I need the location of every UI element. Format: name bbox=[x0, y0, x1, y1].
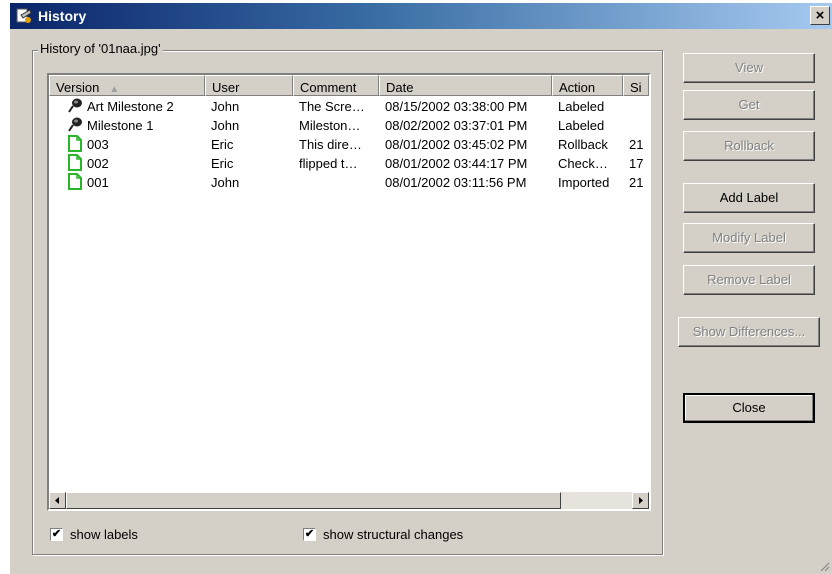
sort-ascending-icon: ▲ bbox=[109, 84, 120, 95]
show-structural-changes-label: show structural changes bbox=[323, 527, 464, 542]
modify-label-button[interactable]: Modify Label bbox=[683, 223, 815, 253]
show-labels-label: show labels bbox=[70, 527, 138, 542]
version-cell: 002 bbox=[87, 156, 109, 171]
resize-grip-icon[interactable] bbox=[818, 560, 830, 572]
table-row[interactable]: 002 Eric flipped t… 08/01/2002 03:44:17 … bbox=[49, 154, 649, 173]
table-row[interactable]: Art Milestone 2 John The Scre… 08/15/200… bbox=[49, 97, 649, 116]
file-icon bbox=[68, 154, 82, 171]
column-header-action[interactable]: Action bbox=[552, 75, 623, 96]
label-pin-icon bbox=[68, 117, 82, 132]
action-cell: Labeled bbox=[558, 99, 605, 114]
history-list[interactable]: Version ▲ User Comment Date Action Si Art… bbox=[47, 73, 651, 511]
comment-cell: The Scre… bbox=[299, 99, 365, 114]
close-icon: × bbox=[815, 7, 825, 24]
history-dialog: History × History of '01naa.jpg' Version… bbox=[10, 3, 832, 574]
size-cell: 21 bbox=[629, 137, 644, 152]
history-app-icon bbox=[16, 8, 32, 23]
file-icon bbox=[68, 135, 82, 152]
date-cell: 08/15/2002 03:38:00 PM bbox=[385, 99, 528, 114]
show-labels-checkbox[interactable]: ✔ bbox=[50, 528, 63, 541]
user-cell: John bbox=[211, 118, 240, 133]
show-structural-changes-option[interactable]: ✔ show structural changes bbox=[303, 527, 503, 545]
comment-cell: This dire… bbox=[299, 137, 362, 152]
scroll-thumb[interactable] bbox=[66, 492, 561, 509]
version-cell: Milestone 1 bbox=[87, 118, 154, 133]
action-cell: Rollback bbox=[558, 137, 608, 152]
comment-cell: Mileston… bbox=[299, 118, 361, 133]
user-cell: Eric bbox=[211, 137, 234, 152]
scroll-right-button[interactable] bbox=[632, 492, 649, 509]
action-cell: Imported bbox=[558, 175, 610, 190]
table-row[interactable]: 003 Eric This dire… 08/01/2002 03:45:02 … bbox=[49, 135, 649, 154]
size-cell: 17 bbox=[629, 156, 644, 171]
title-bar[interactable]: History × bbox=[10, 3, 832, 29]
column-header-user[interactable]: User bbox=[205, 75, 293, 96]
history-group-label: History of '01naa.jpg' bbox=[38, 41, 163, 56]
file-icon bbox=[68, 173, 82, 190]
version-cell: Art Milestone 2 bbox=[87, 99, 174, 114]
table-row[interactable]: Milestone 1 John Mileston… 08/02/2002 03… bbox=[49, 116, 649, 135]
history-rows: Art Milestone 2 John The Scre… 08/15/200… bbox=[49, 97, 649, 192]
remove-label-button[interactable]: Remove Label bbox=[683, 265, 815, 295]
version-cell: 001 bbox=[87, 175, 109, 190]
action-cell: Check… bbox=[558, 156, 608, 171]
size-cell: 21 bbox=[629, 175, 644, 190]
close-window-button[interactable]: × bbox=[810, 6, 830, 25]
column-header-comment[interactable]: Comment bbox=[293, 75, 379, 96]
scroll-left-button[interactable] bbox=[49, 492, 66, 509]
view-button[interactable]: View bbox=[683, 53, 815, 83]
comment-cell: flipped t… bbox=[299, 156, 358, 171]
table-row[interactable]: 001 John 08/01/2002 03:11:56 PM Imported… bbox=[49, 173, 649, 192]
column-header-size[interactable]: Si bbox=[623, 75, 649, 96]
date-cell: 08/02/2002 03:37:01 PM bbox=[385, 118, 528, 133]
rollback-button[interactable]: Rollback bbox=[683, 131, 815, 161]
column-headers: Version ▲ User Comment Date Action Si bbox=[49, 75, 649, 96]
date-cell: 08/01/2002 03:11:56 PM bbox=[385, 175, 527, 190]
add-label-button[interactable]: Add Label bbox=[683, 183, 815, 213]
arrow-left-icon bbox=[55, 497, 59, 504]
user-cell: John bbox=[211, 99, 240, 114]
column-header-date[interactable]: Date bbox=[379, 75, 552, 96]
date-cell: 08/01/2002 03:44:17 PM bbox=[385, 156, 528, 171]
get-button[interactable]: Get bbox=[683, 90, 815, 120]
user-cell: Eric bbox=[211, 156, 234, 171]
column-header-version[interactable]: Version ▲ bbox=[49, 75, 205, 96]
close-button[interactable]: Close bbox=[683, 393, 815, 423]
show-differences-button[interactable]: Show Differences... bbox=[678, 317, 820, 347]
horizontal-scrollbar[interactable] bbox=[49, 492, 649, 509]
label-pin-icon bbox=[68, 98, 82, 113]
window-title: History bbox=[38, 8, 87, 24]
version-cell: 003 bbox=[87, 137, 109, 152]
action-cell: Labeled bbox=[558, 118, 605, 133]
show-structural-changes-checkbox[interactable]: ✔ bbox=[303, 528, 316, 541]
date-cell: 08/01/2002 03:45:02 PM bbox=[385, 137, 528, 152]
arrow-right-icon bbox=[639, 497, 643, 504]
show-labels-option[interactable]: ✔ show labels bbox=[50, 527, 170, 545]
user-cell: John bbox=[211, 175, 240, 190]
